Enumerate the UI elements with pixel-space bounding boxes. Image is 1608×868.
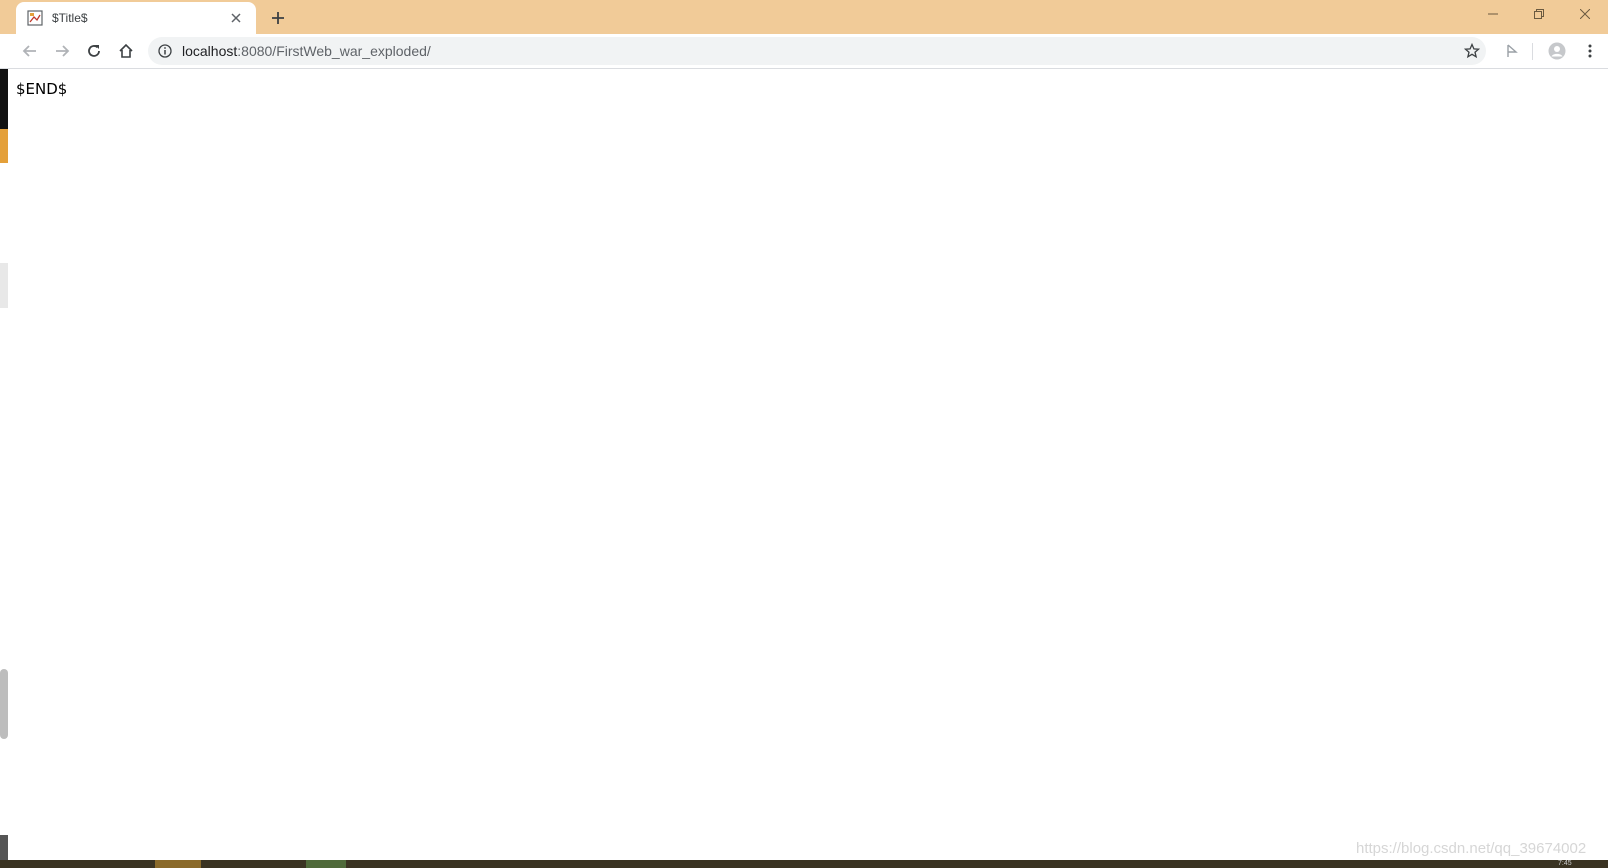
profile-icon [1548,42,1566,60]
background-window-edge [0,835,8,860]
forward-button[interactable] [50,39,74,63]
minimize-button[interactable] [1470,0,1516,30]
watermark-text: https://blog.csdn.net/qq_39674002 [1356,840,1587,857]
browser-tab[interactable]: $Title$ [16,2,256,34]
url-path: :8080/FirstWeb_war_exploded/ [237,43,431,59]
profile-button[interactable] [1545,39,1569,63]
url-host: localhost [182,43,238,59]
extension-icon [1507,44,1518,57]
extension-button[interactable] [1500,39,1524,63]
home-icon [119,43,133,58]
new-tab-icon[interactable] [268,8,288,28]
page-viewport: $END$ [0,69,1608,860]
address-bar[interactable]: localhost:8080/FirstWeb_war_exploded/ [148,37,1486,65]
background-window-edge [0,263,8,308]
url-text[interactable]: localhost:8080/FirstWeb_war_exploded/ [182,43,431,59]
restore-button[interactable] [1516,0,1562,30]
taskbar: 7:45 [0,860,1608,868]
back-arrow-icon [22,45,36,57]
toolbar-divider [1532,43,1533,60]
info-icon[interactable] [158,44,172,58]
home-button[interactable] [114,39,138,63]
tab-title: $Title$ [52,11,88,25]
background-scrollbar [0,669,8,739]
background-window-edge [0,69,8,129]
forward-arrow-icon [56,45,70,57]
taskbar-app-button[interactable] [306,860,346,868]
back-button[interactable] [18,39,42,63]
taskbar-app-button[interactable] [155,860,201,868]
screen: $Title$ localhost:8080/FirstWeb_war_expl… [0,0,1608,868]
restore-icon [1534,9,1544,19]
taskbar-clock: 7:45 [1558,860,1572,867]
reload-icon [88,45,100,57]
reload-button[interactable] [82,39,106,63]
star-icon[interactable] [1463,42,1481,59]
close-icon [1580,9,1590,19]
tab-strip: $Title$ [0,0,1608,34]
kebab-menu-icon [1588,44,1592,58]
background-window-edge [0,129,8,163]
close-window-button[interactable] [1562,0,1608,30]
tab-close-icon[interactable] [228,10,244,26]
menu-button[interactable] [1578,39,1602,63]
minimize-icon [1488,13,1498,15]
page-favicon-icon [27,10,43,26]
page-body-text: $END$ [16,80,68,98]
browser-toolbar: localhost:8080/FirstWeb_war_exploded/ [0,34,1608,69]
